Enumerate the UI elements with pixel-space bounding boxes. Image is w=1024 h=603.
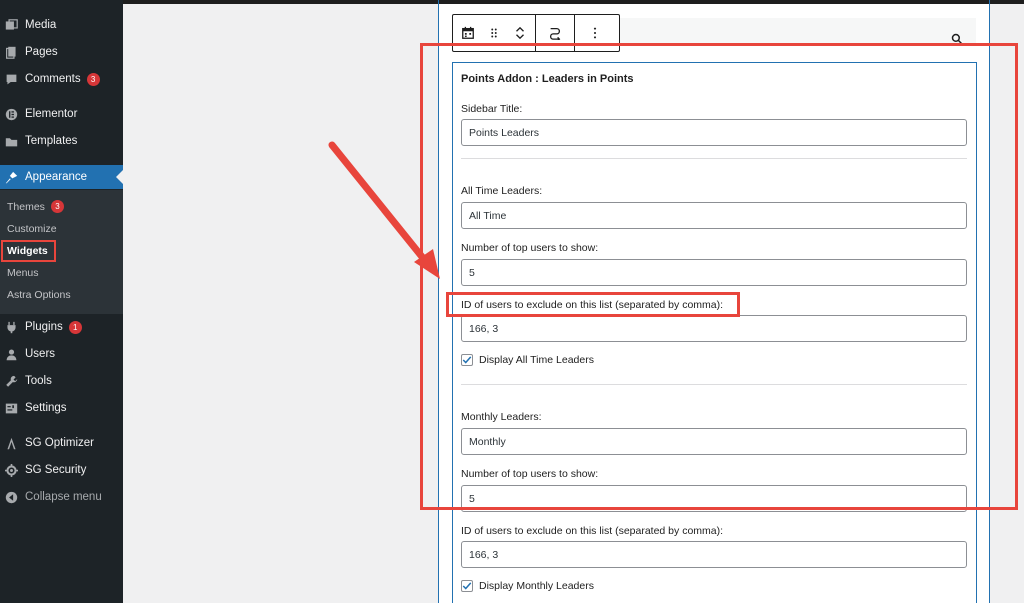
admin-sidebar: Media Pages Comments 3 Elementor Templat… <box>0 0 123 603</box>
sidebar-item-label: Media <box>25 19 57 31</box>
media-icon <box>5 18 18 32</box>
submenu-item-label: Menus <box>7 267 39 279</box>
sidebar-item-comments[interactable]: Comments 3 <box>0 67 123 91</box>
sidebar-item-media[interactable]: Media <box>0 13 123 37</box>
sidebar-item-label: Plugins <box>25 321 63 333</box>
settings-icon <box>5 402 18 415</box>
sidebar-item-label: SG Optimizer <box>25 437 95 449</box>
sidebar-item-label: Collapse menu <box>25 491 102 503</box>
submenu-item-themes[interactable]: Themes 3 <box>7 200 64 213</box>
plugins-icon <box>5 321 18 334</box>
active-menu-arrow <box>116 170 123 184</box>
sidebar-item-label: SG Security <box>25 464 87 476</box>
users-icon <box>5 348 18 361</box>
comments-count-badge: 3 <box>86 72 100 86</box>
widgets-highlight-annotation <box>1 240 56 262</box>
tools-icon <box>5 375 18 388</box>
sidebar-item-settings[interactable]: Settings <box>0 396 123 420</box>
sg-security-icon <box>5 463 18 477</box>
monthly-exclude-label: ID of users to exclude on this list (sep… <box>461 525 724 537</box>
sidebar-item-pages[interactable]: Pages <box>0 40 123 64</box>
sidebar-item-label: Pages <box>25 46 58 58</box>
plugins-count-badge: 1 <box>68 320 82 334</box>
templates-icon <box>5 135 18 148</box>
sidebar-item-label: Appearance <box>25 171 88 183</box>
elementor-icon <box>5 108 18 121</box>
sidebar-item-label: Users <box>25 348 56 360</box>
pages-icon <box>5 46 18 59</box>
sidebar-item-plugins[interactable]: Plugins 1 <box>0 315 123 339</box>
sidebar-item-label: Settings <box>25 402 67 414</box>
submenu-item-label: Themes <box>7 200 45 213</box>
block-inserter-strip <box>620 18 976 44</box>
appearance-icon <box>5 171 18 184</box>
themes-count-badge: 3 <box>50 200 64 213</box>
sg-optimizer-icon <box>5 437 18 450</box>
sidebar-item-sg-optimizer[interactable]: SG Optimizer <box>0 431 123 455</box>
submenu-item-menus[interactable]: Menus <box>7 267 39 279</box>
sidebar-item-elementor[interactable]: Elementor <box>0 102 123 126</box>
sidebar-item-templates[interactable]: Templates <box>0 129 123 153</box>
sidebar-item-appearance[interactable]: Appearance <box>0 165 123 189</box>
comments-icon <box>5 73 18 86</box>
collapse-menu-button[interactable]: Collapse menu <box>0 485 123 509</box>
sidebar-item-label: Tools <box>25 375 52 387</box>
submenu-item-label: Customize <box>7 223 57 235</box>
sidebar-item-tools[interactable]: Tools <box>0 369 123 393</box>
sidebar-item-users[interactable]: Users <box>0 342 123 366</box>
sidebar-item-label: Comments <box>25 73 81 85</box>
display-monthly-checkbox[interactable]: Display Monthly Leaders <box>461 580 594 592</box>
checkbox-checked-icon[interactable] <box>461 580 473 592</box>
exclude-field-highlight-annotation <box>446 292 740 317</box>
sidebar-item-label: Elementor <box>25 108 78 120</box>
sidebar-item-sg-security[interactable]: SG Security <box>0 458 123 482</box>
submenu-item-label: Astra Options <box>7 289 71 301</box>
submenu-item-customize[interactable]: Customize <box>7 223 57 235</box>
submenu-item-astra-options[interactable]: Astra Options <box>7 289 71 301</box>
monthly-exclude-input[interactable]: 166, 3 <box>461 541 967 568</box>
checkbox-label: Display Monthly Leaders <box>479 580 594 592</box>
collapse-icon <box>5 491 18 504</box>
widget-highlight-annotation <box>420 43 1018 510</box>
sidebar-item-label: Templates <box>25 135 78 147</box>
